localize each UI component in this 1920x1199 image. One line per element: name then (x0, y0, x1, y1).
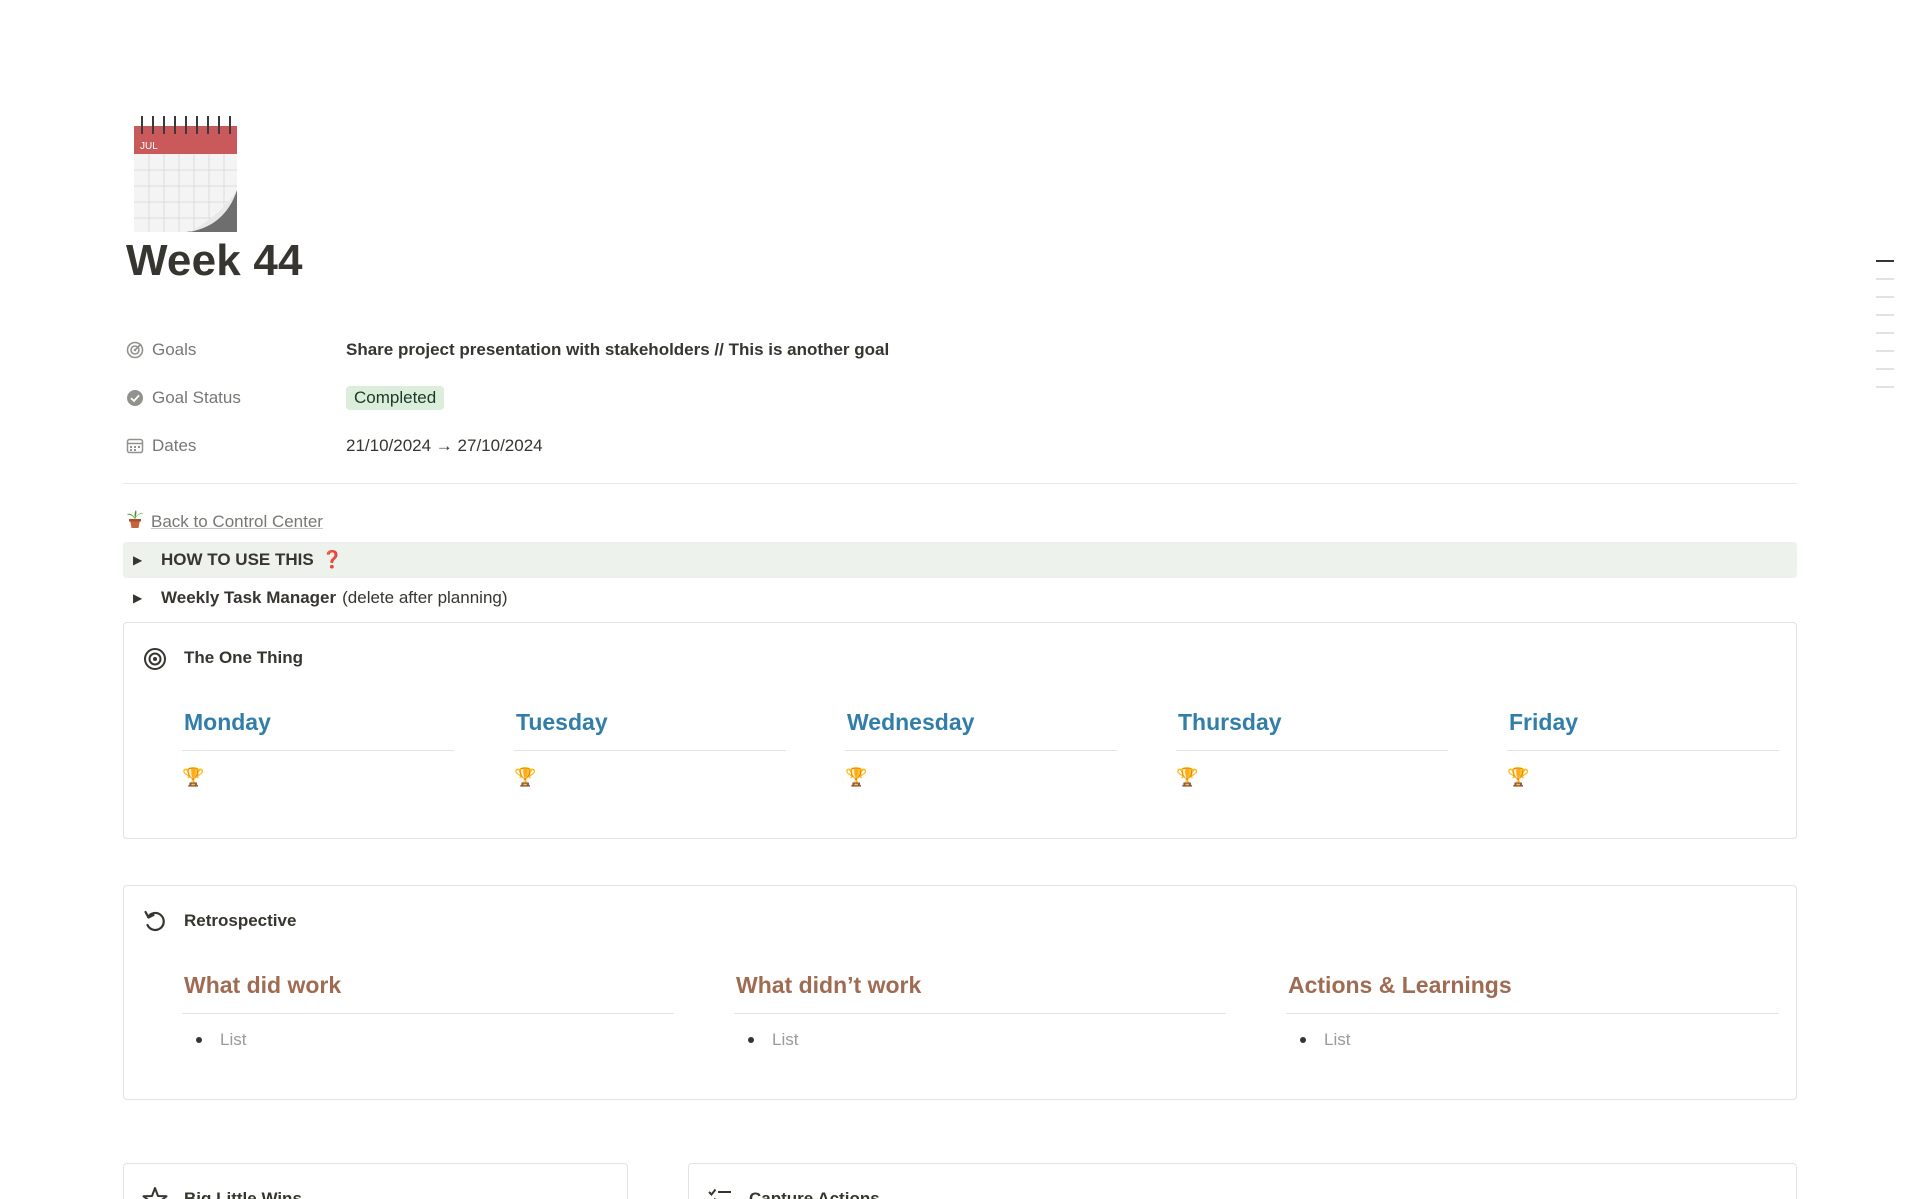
day-heading[interactable]: Tuesday (514, 709, 786, 751)
toc-line[interactable] (1876, 314, 1894, 316)
divider (123, 483, 1797, 484)
trophy-icon: 🏆 (514, 767, 537, 787)
toc-line[interactable] (1876, 296, 1894, 298)
toc-line[interactable] (1876, 368, 1894, 370)
calendar-icon[interactable]: JUL (134, 116, 237, 232)
toc-line-active[interactable] (1876, 260, 1894, 262)
toc-line[interactable] (1876, 350, 1894, 352)
check-circle-icon (126, 389, 144, 407)
callout-title: The One Thing (184, 648, 303, 667)
callout-title: Retrospective (184, 911, 297, 930)
toggle-triangle-icon[interactable]: ▶ (133, 553, 147, 567)
properties-panel: Goals Share project presentation with st… (126, 326, 1800, 470)
table-of-contents-indicator[interactable] (1876, 260, 1896, 404)
bullseye-icon (142, 645, 168, 671)
retro-column-worked: What did work List (182, 972, 674, 1050)
property-goals[interactable]: Goals Share project presentation with st… (126, 326, 1800, 374)
day-heading[interactable]: Wednesday (845, 709, 1117, 751)
day-column-wednesday: Wednesday 🏆 (845, 709, 1117, 788)
property-label: Goal Status (152, 388, 241, 407)
list-item[interactable]: List (1286, 1030, 1779, 1050)
callout-title: Capture Actions (749, 1189, 880, 1199)
toggle-how-to-use[interactable]: ▶ HOW TO USE THIS ❓ (123, 542, 1797, 578)
back-link-label[interactable]: Back to Control Center (151, 512, 323, 532)
toggle-label: Weekly Task Manager (161, 588, 337, 607)
callout-title: Big Little Wins (184, 1189, 302, 1199)
callout-retrospective: Retrospective What did work List What di… (123, 885, 1797, 1100)
plant-pot-icon (125, 509, 145, 534)
list-item[interactable]: List (734, 1030, 1226, 1050)
back-to-control-center-link[interactable]: Back to Control Center (125, 509, 323, 534)
toc-line[interactable] (1876, 332, 1894, 334)
callout-one-thing: The One Thing Monday 🏆 Tuesday 🏆 Wednesd… (123, 622, 1797, 839)
toggle-weekly-task-manager[interactable]: ▶ Weekly Task Manager (delete after plan… (123, 580, 1797, 616)
property-label: Dates (152, 436, 197, 455)
day-column-monday: Monday 🏆 (182, 709, 454, 788)
day-column-tuesday: Tuesday 🏆 (514, 709, 786, 788)
property-dates[interactable]: Dates 21/10/2024 → 27/10/2024 (126, 422, 1800, 470)
toc-line[interactable] (1876, 386, 1894, 388)
retro-heading[interactable]: What did work (182, 972, 674, 1014)
trophy-icon: 🏆 (845, 767, 868, 787)
checklist-icon (708, 1188, 731, 1199)
question-mark-icon: ❓ (321, 550, 343, 569)
toggle-note: (delete after planning) (342, 588, 508, 607)
retro-heading[interactable]: What didn’t work (734, 972, 1226, 1014)
retro-column-didnt-work: What didn’t work List (734, 972, 1226, 1050)
page-title[interactable]: Week 44 (126, 236, 303, 286)
property-goal-status[interactable]: Goal Status Completed (126, 374, 1800, 422)
svg-text:JUL: JUL (140, 141, 158, 152)
property-label: Goals (152, 340, 197, 359)
star-icon (142, 1187, 168, 1199)
list-item[interactable]: List (182, 1030, 674, 1050)
property-value-dates[interactable]: 21/10/2024 → 27/10/2024 (346, 436, 543, 456)
toc-line[interactable] (1876, 278, 1894, 280)
day-heading[interactable]: Thursday (1176, 709, 1448, 751)
callout-capture-actions: Capture Actions (688, 1163, 1797, 1199)
retro-heading[interactable]: Actions & Learnings (1286, 972, 1779, 1014)
day-column-friday: Friday 🏆 (1507, 709, 1779, 788)
callout-big-little-wins: Big Little Wins (123, 1163, 628, 1199)
trophy-icon: 🏆 (182, 767, 205, 787)
day-heading[interactable]: Monday (182, 709, 454, 751)
day-column-thursday: Thursday 🏆 (1176, 709, 1448, 788)
day-heading[interactable]: Friday (1507, 709, 1779, 751)
property-value-goals[interactable]: Share project presentation with stakehol… (346, 340, 889, 360)
trophy-icon: 🏆 (1176, 767, 1199, 787)
target-icon (126, 341, 144, 359)
toggle-label: HOW TO USE THIS (161, 550, 314, 569)
trophy-icon: 🏆 (1507, 767, 1530, 787)
rotate-ccw-icon (142, 908, 168, 934)
status-badge[interactable]: Completed (346, 386, 445, 410)
retro-column-actions: Actions & Learnings List (1286, 972, 1779, 1050)
notion-page: JUL Week 44 Goals Share project presenta… (0, 0, 1920, 1199)
calendar-small-icon (126, 437, 144, 455)
toggle-triangle-icon[interactable]: ▶ (133, 591, 147, 605)
